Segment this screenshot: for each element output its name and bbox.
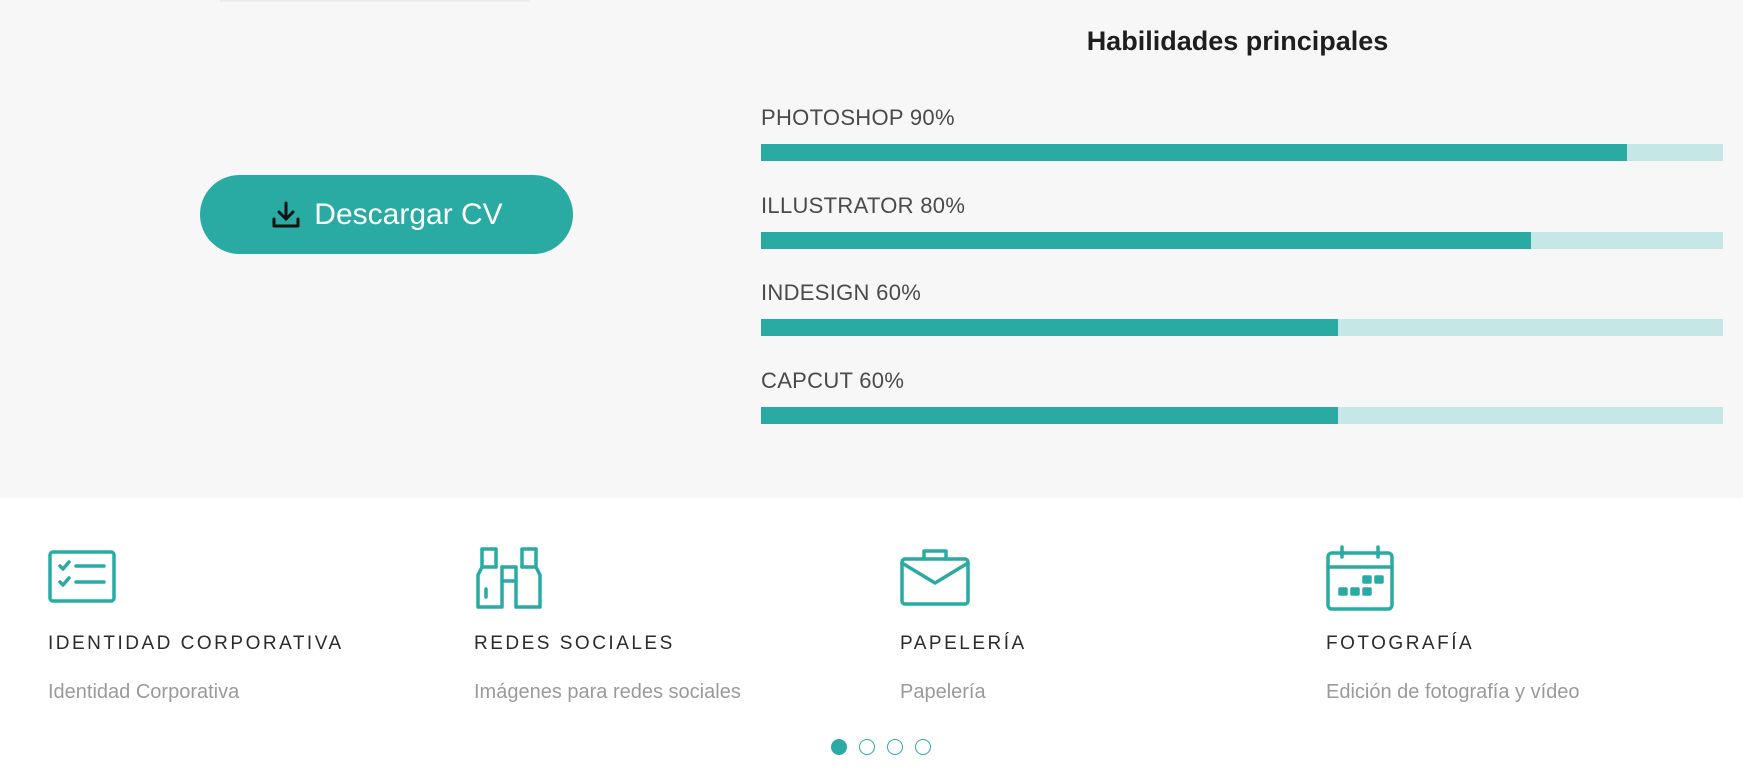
service-title: PAPELERÍA	[900, 633, 1027, 654]
service-identidad-corporativa: IDENTIDAD CORPORATIVA Identidad Corporat…	[48, 545, 428, 704]
service-title: IDENTIDAD CORPORATIVA	[48, 633, 344, 654]
service-title: REDES SOCIALES	[474, 633, 675, 654]
service-redes-sociales: REDES SOCIALES Imágenes para redes socia…	[474, 545, 854, 704]
skill-illustrator: ILLUSTRATOR 80%	[761, 192, 1723, 249]
skill-bar-fill	[761, 319, 1339, 336]
skill-label: ILLUSTRATOR 80%	[761, 193, 966, 218]
service-fotografia: FOTOGRAFÍA Edición de fotografía y vídeo	[1326, 545, 1706, 704]
skill-label: PHOTOSHOP 90%	[761, 105, 955, 130]
skills-section: Descargar CV Habilidades principales PHO…	[0, 0, 1743, 498]
briefcase-icon	[900, 549, 970, 606]
service-papeleria: PAPELERÍA Papelería	[900, 545, 1280, 704]
skill-bar-track	[761, 319, 1723, 336]
carousel-dot-4[interactable]	[915, 739, 931, 755]
service-desc: Identidad Corporativa	[48, 681, 240, 703]
service-desc: Edición de fotografía y vídeo	[1326, 681, 1580, 703]
skill-label: INDESIGN 60%	[761, 280, 922, 305]
skill-bar-track	[761, 144, 1723, 161]
carousel-dots	[831, 739, 931, 755]
skills-title: Habilidades principales	[1086, 26, 1389, 56]
service-desc: Imágenes para redes sociales	[474, 681, 741, 703]
service-title: FOTOGRAFÍA	[1326, 633, 1475, 654]
skill-bar-fill	[761, 407, 1339, 424]
download-cv-button[interactable]: Descargar CV	[200, 175, 573, 254]
calendar-icon	[1326, 545, 1394, 611]
skill-bar-track	[761, 407, 1723, 424]
carousel-dot-3[interactable]	[887, 739, 903, 755]
service-desc: Papelería	[900, 681, 986, 703]
skill-indesign: INDESIGN 60%	[761, 279, 1723, 336]
skill-photoshop: PHOTOSHOP 90%	[761, 104, 1723, 161]
skill-bar-fill	[761, 232, 1531, 249]
divider	[220, 0, 530, 3]
download-icon	[272, 201, 300, 227]
skill-bar-track	[761, 232, 1723, 249]
binoculars-icon	[476, 547, 542, 609]
carousel-dot-2[interactable]	[859, 739, 875, 755]
skill-capcut: CAPCUT 60%	[761, 367, 1723, 424]
download-cv-label: Descargar CV	[314, 197, 503, 231]
checklist-icon	[48, 550, 116, 603]
skill-bar-fill	[761, 144, 1627, 161]
skill-label: CAPCUT 60%	[761, 368, 905, 393]
carousel-dot-1[interactable]	[831, 739, 847, 755]
